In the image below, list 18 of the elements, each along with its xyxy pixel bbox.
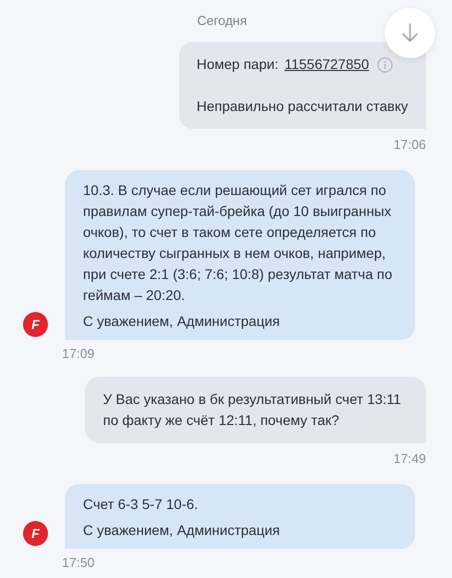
bet-label: Номер пари: <box>196 55 278 74</box>
arrow-down-icon <box>401 23 419 43</box>
avatar-letter: F <box>32 527 40 540</box>
message-time: 17:50 <box>62 555 95 570</box>
message-time: 17:49 <box>393 451 426 466</box>
message-time: 17:09 <box>62 346 95 361</box>
date-divider: Сегодня <box>197 13 247 28</box>
bet-number-link[interactable]: 11556727850 <box>284 54 370 75</box>
avatar-letter: F <box>32 318 40 331</box>
message-text: С уважением, Администрация <box>83 312 281 331</box>
message-text: С уважением, Администрация <box>83 521 281 540</box>
message-text: Неправильно рассчитали ставку <box>196 97 408 116</box>
message-time: 17:06 <box>393 137 426 152</box>
info-icon[interactable] <box>377 56 394 72</box>
message-text: 10.3. В случае если решающий сет игрался по правилам супер-тай-брейка (до 10 выигранных очков), то счет в таком сете определяется по количеству сыгранных в нем очков, например, при счете 2:1 (3:6; 7:6; 10:8) результат матча по геймам – 20:20. <box>83 181 394 305</box>
message-text: У Вас указано в бк результативный счет 13:11 по факту же счёт 12:11, почему так? <box>103 390 402 430</box>
scroll-down-button[interactable] <box>385 8 435 58</box>
message-text: Счет 6-3 5-7 10-6. <box>83 495 200 514</box>
